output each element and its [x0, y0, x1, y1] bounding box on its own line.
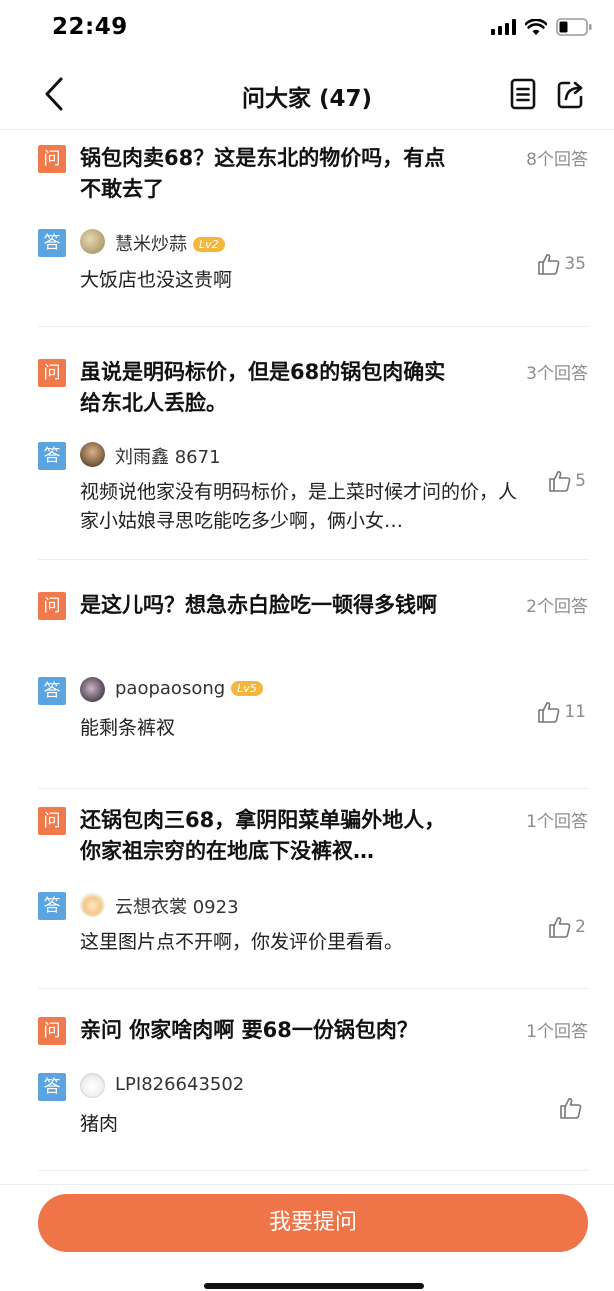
question-text[interactable]: 亲问 你家啥肉啊 要68一份锅包肉？ — [80, 1015, 510, 1046]
answer-text[interactable]: 这里图片点不开啊，你发评价里看看。 — [80, 928, 530, 957]
level-badge: Lv5 — [231, 681, 263, 696]
thumbs-up-icon — [538, 702, 560, 723]
question-badge: 问 — [38, 145, 66, 173]
wifi-icon — [525, 18, 547, 35]
username-text: 刘雨鑫 8671 — [115, 447, 221, 468]
question-text[interactable]: 虽说是明码标价，但是68的锅包肉确实给东北人丢脸。 — [80, 357, 465, 419]
qa-item[interactable]: 问 锅包肉卖68？这是东北的物价吗，有点不敢去了 8个回答 答 慧米炒蒜 Lv2 … — [38, 131, 588, 327]
like-count: 5 — [575, 471, 586, 491]
username-text: LPI826643502 — [115, 1074, 245, 1095]
share-button[interactable] — [555, 78, 585, 110]
thumbs-up-icon — [549, 917, 571, 938]
answer-username: 慧米炒蒜 Lv2 — [115, 230, 225, 256]
thumbs-up-icon — [560, 1098, 582, 1119]
answer-text[interactable]: 大饭店也没这贵啊 — [80, 266, 530, 295]
status-bar: 22:49 — [0, 0, 614, 56]
answer-text[interactable]: 猪肉 — [80, 1110, 530, 1139]
answer-badge: 答 — [38, 892, 66, 920]
like-button[interactable]: 5 — [548, 469, 586, 493]
username-text: 云想衣裳 0923 — [115, 897, 239, 918]
qa-item[interactable]: 问 是这儿吗？想急赤白脸吃一顿得多钱啊 2个回答 答 paopaosong Lv5… — [38, 560, 588, 789]
status-time: 22:49 — [52, 14, 128, 40]
nav-bar: 问大家 (47) — [0, 58, 614, 130]
avatar — [80, 677, 105, 702]
question-badge: 问 — [38, 807, 66, 835]
status-icons — [491, 18, 592, 36]
qa-item[interactable]: 问 亲问 你家啥肉啊 要68一份锅包肉？ 1个回答 答 LPI826643502… — [38, 989, 588, 1171]
home-indicator[interactable] — [204, 1283, 424, 1289]
avatar — [80, 442, 105, 467]
answer-username: LPI826643502 — [115, 1074, 244, 1095]
answer-count: 2个回答 — [526, 597, 588, 617]
answer-badge: 答 — [38, 677, 66, 705]
answer-count: 3个回答 — [526, 364, 588, 384]
like-button[interactable]: 2 — [548, 915, 586, 939]
answer-username: paopaosong Lv5 — [115, 678, 263, 699]
level-badge: Lv2 — [193, 237, 225, 252]
thumbs-up-icon — [538, 254, 560, 275]
answer-badge: 答 — [38, 1073, 66, 1101]
question-text[interactable]: 还锅包肉三68，拿阴阳菜单骗外地人，你家祖宗穷的在地底下没裤衩… — [80, 805, 465, 867]
question-badge: 问 — [38, 359, 66, 387]
like-count: 35 — [564, 254, 586, 274]
answer-badge: 答 — [38, 442, 66, 470]
answer-text[interactable]: 视频说他家没有明码标价，是上菜时候才问的价，人家小姑娘寻思吃能吃多少啊，俩小女… — [80, 478, 530, 536]
answer-username: 云想衣裳 0923 — [115, 893, 239, 919]
question-text[interactable]: 锅包肉卖68？这是东北的物价吗，有点不敢去了 — [80, 143, 465, 205]
answer-username: 刘雨鑫 8671 — [115, 443, 221, 469]
avatar — [80, 1073, 105, 1098]
answer-count: 1个回答 — [526, 1022, 588, 1042]
like-count: 11 — [564, 702, 586, 722]
cellular-signal-icon — [491, 19, 516, 35]
ask-question-button[interactable]: 我要提问 — [38, 1194, 588, 1252]
like-button[interactable]: 35 — [537, 252, 586, 276]
thumbs-up-icon — [549, 471, 571, 492]
bottom-bar: 我要提问 — [0, 1184, 614, 1291]
like-button[interactable] — [559, 1096, 586, 1120]
document-list-icon — [510, 78, 536, 110]
avatar — [80, 229, 105, 254]
username-text: 慧米炒蒜 — [115, 234, 187, 255]
answer-count: 8个回答 — [526, 150, 588, 170]
like-button[interactable]: 11 — [537, 700, 586, 724]
question-badge: 问 — [38, 592, 66, 620]
qa-item[interactable]: 问 虽说是明码标价，但是68的锅包肉确实给东北人丢脸。 3个回答 答 刘雨鑫 8… — [38, 327, 588, 560]
share-icon — [557, 81, 583, 109]
battery-icon — [556, 18, 592, 36]
answer-count: 1个回答 — [526, 812, 588, 832]
answer-badge: 答 — [38, 229, 66, 257]
username-text: paopaosong — [115, 678, 226, 699]
question-badge: 问 — [38, 1017, 66, 1045]
like-count: 2 — [575, 917, 586, 937]
answer-text[interactable]: 能剩条裤衩 — [80, 714, 530, 743]
question-text[interactable]: 是这儿吗？想急赤白脸吃一顿得多钱啊 — [80, 590, 465, 621]
qa-item[interactable]: 问 还锅包肉三68，拿阴阳菜单骗外地人，你家祖宗穷的在地底下没裤衩… 1个回答 … — [38, 789, 588, 989]
avatar — [80, 892, 105, 917]
list-button[interactable] — [508, 78, 538, 110]
